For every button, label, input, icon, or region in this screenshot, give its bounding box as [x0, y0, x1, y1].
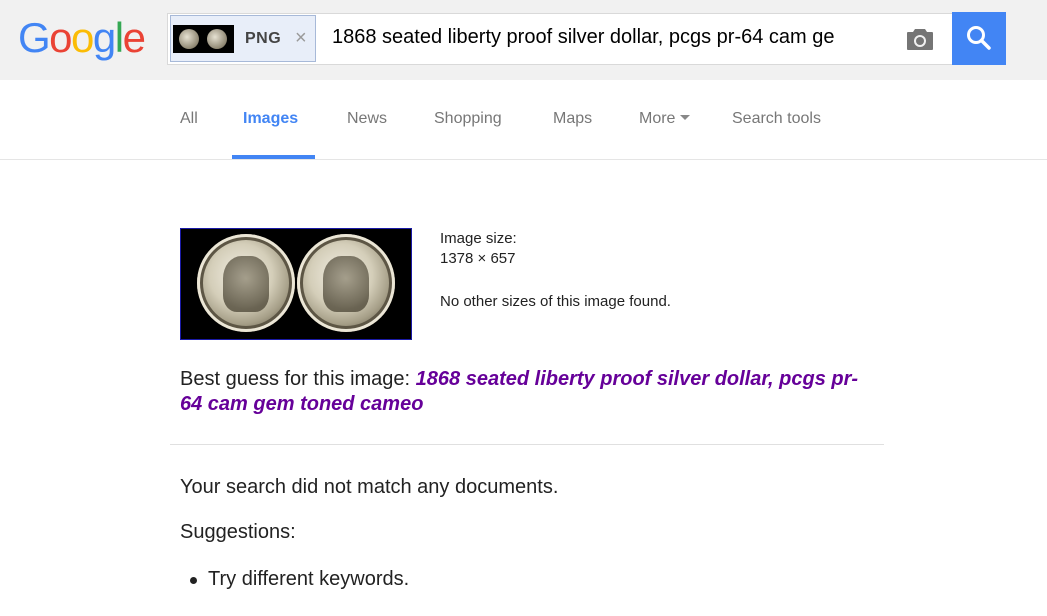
logo-letter: o — [49, 14, 72, 61]
tab-shopping[interactable]: Shopping — [434, 80, 502, 159]
query-image-thumbnail[interactable] — [180, 228, 412, 340]
eagle-figure — [323, 256, 369, 312]
logo-letter: l — [114, 14, 124, 61]
no-match-message: Your search did not match any documents. — [180, 476, 559, 498]
image-size-label: Image size: — [440, 230, 517, 247]
search-button[interactable] — [952, 12, 1006, 65]
search-nav: All Images News Shopping Maps More Searc… — [0, 80, 1047, 160]
tab-search-tools[interactable]: Search tools — [732, 80, 821, 159]
logo-letter: G — [18, 14, 51, 61]
tab-news[interactable]: News — [347, 80, 387, 159]
coin-reverse-icon — [207, 29, 227, 49]
chip-thumbnail — [173, 25, 234, 53]
suggestions-heading: Suggestions: — [180, 521, 296, 543]
seated-liberty-figure — [223, 256, 269, 312]
magnifier-icon — [967, 26, 991, 50]
logo-letter: o — [71, 14, 94, 61]
tab-more-label: More — [639, 110, 676, 127]
tab-all[interactable]: All — [180, 80, 198, 159]
coin-reverse-image — [297, 234, 395, 332]
bullet-icon — [190, 577, 197, 584]
no-other-sizes-text: No other sizes of this image found. — [440, 293, 671, 310]
image-query-chip[interactable]: PNG × — [170, 15, 316, 62]
coin-obverse-image — [197, 234, 295, 332]
tab-images[interactable]: Images — [243, 80, 298, 159]
header-bar: Google PNG × 1868 seated liberty proof s… — [0, 0, 1047, 80]
search-input[interactable]: 1868 seated liberty proof silver dollar,… — [332, 26, 835, 49]
best-guess-prefix: Best guess for this image: — [180, 368, 416, 390]
suggestion-item: Try different keywords. — [208, 568, 410, 590]
caret-down-icon — [680, 114, 691, 120]
search-box[interactable]: PNG × 1868 seated liberty proof silver d… — [167, 13, 953, 65]
tab-maps[interactable]: Maps — [553, 80, 592, 159]
chip-label: PNG — [245, 30, 282, 47]
tab-more[interactable]: More — [639, 80, 691, 159]
best-guess: Best guess for this image: 1868 seated l… — [180, 367, 880, 417]
image-size-value: 1378 × 657 — [440, 250, 516, 267]
google-logo[interactable]: Google — [18, 14, 146, 62]
divider — [170, 444, 884, 445]
active-tab-indicator — [232, 155, 315, 159]
logo-letter: g — [92, 14, 116, 61]
logo-letter: e — [122, 14, 146, 61]
camera-icon[interactable] — [906, 27, 934, 51]
coin-obverse-icon — [179, 29, 199, 49]
close-icon[interactable]: × — [295, 27, 307, 50]
